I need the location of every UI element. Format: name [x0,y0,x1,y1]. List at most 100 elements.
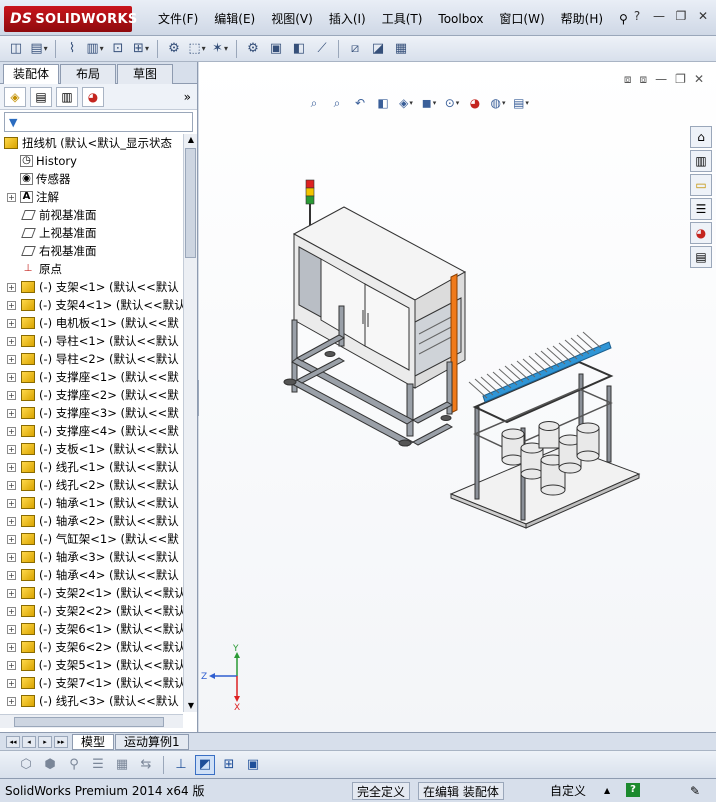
tree-component[interactable]: + (-) 支撑座<3> (默认<<默 [0,404,183,422]
menu-insert[interactable]: 插入(I) [321,10,374,28]
tree-item-history[interactable]: ◷ History [0,152,183,170]
expand-icon[interactable]: + [7,300,16,310]
tree-item-origin[interactable]: ⊥ 原点 [0,260,183,278]
tree-component[interactable]: + (-) 导柱<2> (默认<<默认 [0,350,183,368]
property-manager-icon[interactable]: ▤ [30,86,52,107]
expand-icon[interactable]: + [7,282,16,292]
expand-icon[interactable]: + [7,696,16,706]
tree-component[interactable]: + (-) 支架6<2> (默认<<默认 [0,638,183,656]
hidden-lines-icon[interactable]: ⬢ [40,755,60,775]
reference-geometry-icon[interactable]: ▣ [266,39,286,59]
expand-icon[interactable]: + [7,516,16,526]
perspective-icon[interactable]: ⇆ [136,755,156,775]
wireframe-icon[interactable]: ⬡ [16,755,36,775]
notification-icon[interactable]: ✎ [690,782,700,800]
menu-view[interactable]: 视图(V) [263,10,321,28]
tree-component[interactable]: + (-) 轴承<3> (默认<<默认 [0,548,183,566]
tree-component[interactable]: + (-) 支架5<1> (默认<<默认 [0,656,183,674]
tree-item-annotations[interactable]: + A 注解 [0,188,183,206]
move-component-icon[interactable]: ⬚ [187,39,207,59]
tree-item-right-plane[interactable]: 右视基准面 [0,242,183,260]
minimize-button[interactable]: — [650,8,668,24]
grid-icon[interactable]: ▦ [112,755,132,775]
menu-edit[interactable]: 编辑(E) [206,10,263,28]
manager-more-icon[interactable]: » [184,90,191,104]
filter-icon[interactable]: ▼ [9,116,17,129]
expand-icon[interactable]: + [7,336,16,346]
tree-item-top-plane[interactable]: 上视基准面 [0,224,183,242]
origin-display-icon[interactable]: ⊥ [171,755,191,775]
graphics-area[interactable]: ⧈ ⧈ — ❐ ✕ ⌕ ⌕ ↶ ◧ ◈ ◼ ⊙ ◕ ◍ ▤ ⌂ ▥ ▭ ☰ ◕ … [199,62,716,732]
tree-component[interactable]: + (-) 支架2<2> (默认<<默认 [0,602,183,620]
expand-icon[interactable]: + [7,372,16,382]
menu-help[interactable]: 帮助(H) [553,10,611,28]
help-button[interactable]: ? [628,8,646,24]
expand-icon[interactable]: + [7,570,16,580]
exploded-view-icon[interactable]: ⧄ [345,39,365,59]
scroll-thumb[interactable] [185,148,196,258]
tree-component[interactable]: + (-) 导柱<1> (默认<<默认 [0,332,183,350]
tree-component[interactable]: + (-) 支架7<1> (默认<<默认 [0,674,183,692]
expand-icon[interactable]: + [7,660,16,670]
tree-component[interactable]: + (-) 支撑座<1> (默认<<默 [0,368,183,386]
tree-component[interactable]: + (-) 支架4<1> (默认<<默认 [0,296,183,314]
assembly-features-icon[interactable]: ⚙ [243,39,263,59]
show-hidden-icon[interactable]: ✶ [210,39,230,59]
tree-component[interactable]: + (-) 轴承<2> (默认<<默认 [0,512,183,530]
expand-icon[interactable]: + [7,642,16,652]
mate-icon[interactable]: ⊡ [108,39,128,59]
tab-model[interactable]: 模型 [72,733,115,750]
tab-sketch[interactable]: 草图 [117,64,173,84]
tree-component[interactable]: + (-) 气缸架<1> (默认<<默 [0,530,183,548]
tree-component[interactable]: + (-) 支架6<1> (默认<<默认 [0,620,183,638]
expand-icon[interactable]: + [7,444,16,454]
last-tab-icon[interactable]: ▸▸ [54,735,68,748]
tab-layout[interactable]: 布局 [60,64,116,84]
tree-filter[interactable]: ▼ [4,112,193,132]
new-motion-study-icon[interactable]: ◧ [289,39,309,59]
options-icon[interactable]: ▦ [391,39,411,59]
display-manager-icon[interactable]: ◕ [82,86,104,107]
tree-component[interactable]: + (-) 线孔<3> (默认<<默认 [0,692,183,710]
tree-component[interactable]: + (-) 轴承<4> (默认<<默认 [0,566,183,584]
expand-icon[interactable]: + [7,588,16,598]
expand-icon[interactable]: + [7,318,16,328]
tree-component[interactable]: + (-) 线孔<2> (默认<<默认 [0,476,183,494]
expand-icon[interactable]: + [7,552,16,562]
expand-icon[interactable]: + [7,624,16,634]
expand-icon[interactable]: + [7,426,16,436]
instant3d-icon[interactable]: ◪ [368,39,388,59]
tree-item-sensors[interactable]: ◉ 传感器 [0,170,183,188]
tree-component[interactable]: + (-) 轴承<1> (默认<<默认 [0,494,183,512]
scroll-thumb[interactable] [14,717,164,727]
tab-motion-study[interactable]: 运动算例1 [115,733,189,750]
new-document-icon[interactable]: ◫ [6,39,26,59]
menu-tools[interactable]: 工具(T) [374,10,431,28]
menu-file[interactable]: 文件(F) [150,10,206,28]
expand-icon[interactable]: + [7,534,16,544]
expand-icon[interactable]: + [7,192,16,202]
tree-horizontal-scrollbar[interactable] [0,714,183,728]
restore-button[interactable]: ❐ [672,8,690,24]
tree-component[interactable]: + (-) 支撑座<2> (默认<<默 [0,386,183,404]
solidworks-logo[interactable]: DS SOLIDWORKS [4,6,137,32]
insert-components-icon[interactable]: ▥ [85,39,105,59]
save-icon[interactable]: ▣ [243,755,263,775]
expand-icon[interactable]: + [7,354,16,364]
expand-icon[interactable]: + [7,408,16,418]
configuration-manager-icon[interactable]: ▥ [56,86,78,107]
open-folder-icon[interactable]: ▤ [29,39,49,59]
help-icon[interactable]: ? [626,783,640,797]
tree-root-assembly[interactable]: 扭线机 (默认<默认_显示状态 [0,134,183,152]
paperclip-icon[interactable]: ⌇ [62,39,82,59]
shaded-display-icon[interactable]: ◩ [195,754,215,775]
menu-toolbox[interactable]: Toolbox [430,10,491,28]
smart-fasteners-icon[interactable]: ⚙ [164,39,184,59]
tab-assembly[interactable]: 装配体 [3,64,59,84]
linear-pattern-icon[interactable]: ⊞ [131,39,151,59]
table-icon[interactable]: ⊞ [219,755,239,775]
close-button[interactable]: ✕ [694,8,712,24]
draft-quality-icon[interactable]: ⚲ [64,755,84,775]
expand-icon[interactable]: + [7,390,16,400]
prev-tab-icon[interactable]: ◂ [22,735,36,748]
